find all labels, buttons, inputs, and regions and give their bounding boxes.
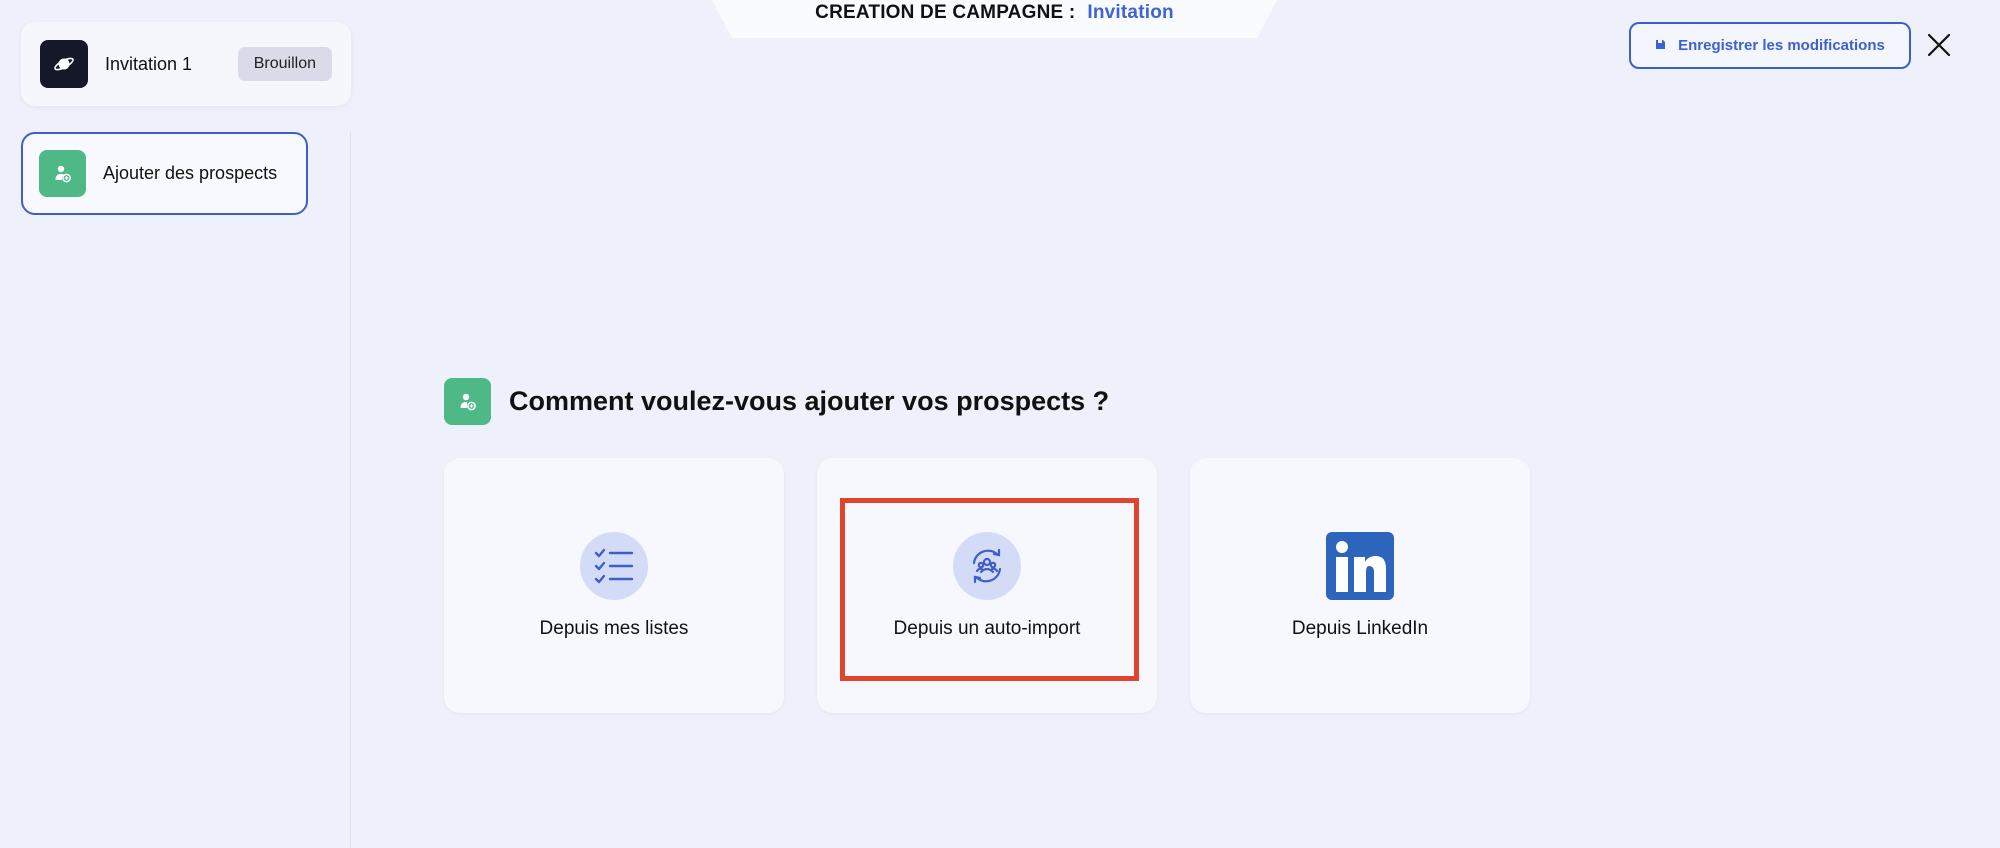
option-label: Depuis LinkedIn (1291, 618, 1429, 639)
option-label: Depuis un auto-import (893, 618, 1081, 639)
option-card-linkedin[interactable]: Depuis LinkedIn (1190, 458, 1530, 713)
header-label: CREATION DE CAMPAGNE : (815, 2, 1076, 23)
linkedin-icon (1326, 532, 1394, 600)
option-card-lists[interactable]: Depuis mes listes (444, 458, 784, 713)
option-card-auto-import[interactable]: Depuis un auto-import (817, 458, 1157, 713)
status-badge: Brouillon (237, 47, 332, 81)
sidebar-step-label: Ajouter des prospects (103, 163, 278, 183)
add-user-icon (39, 150, 86, 197)
save-changes-button[interactable]: Enregistrer les modifications (1629, 22, 1911, 69)
save-button-label: Enregistrer les modifications (1678, 37, 1885, 54)
campaign-card[interactable]: Invitation 1 Brouillon (21, 22, 351, 106)
add-user-icon (444, 378, 491, 425)
close-icon[interactable] (1926, 32, 1952, 58)
auto-import-icon (953, 532, 1021, 600)
main-heading-row: Comment voulez-vous ajouter vos prospect… (444, 378, 1109, 425)
campaign-header-tab: CREATION DE CAMPAGNE : Invitation (712, 0, 1277, 38)
checklist-icon (580, 532, 648, 600)
sidebar-divider (350, 132, 351, 848)
header-campaign-type: Invitation (1087, 2, 1174, 23)
sidebar-step-add-prospects[interactable]: Ajouter des prospects (21, 132, 308, 215)
option-label: Depuis mes listes (539, 618, 689, 639)
save-icon (1655, 37, 1666, 54)
campaign-name: Invitation 1 (105, 53, 193, 74)
planet-icon (40, 40, 88, 88)
page-title: Comment voulez-vous ajouter vos prospect… (509, 386, 1110, 416)
